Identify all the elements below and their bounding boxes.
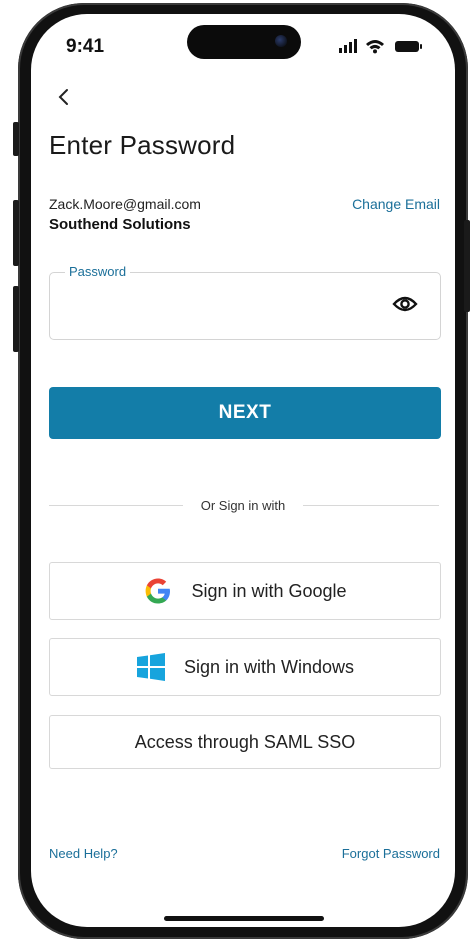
- windows-signin-label: Sign in with Windows: [183, 656, 355, 677]
- google-signin-label: Sign in with Google: [191, 580, 347, 601]
- back-button[interactable]: [57, 86, 69, 112]
- google-icon: [143, 576, 173, 606]
- password-field[interactable]: [49, 272, 441, 340]
- side-button-mute: [13, 122, 19, 156]
- user-email: Zack.Moore@gmail.com: [49, 196, 201, 212]
- forgot-password-link[interactable]: Forgot Password: [342, 846, 440, 861]
- windows-icon: [136, 653, 166, 681]
- saml-sso-label: Access through SAML SSO: [134, 731, 356, 752]
- phone-screen: 9:41 Enter Password Zack.Moore@gmail.com…: [31, 14, 455, 927]
- google-signin-button[interactable]: Sign in with Google: [49, 562, 441, 620]
- saml-sso-button[interactable]: Access through SAML SSO: [49, 715, 441, 769]
- next-button[interactable]: NEXT: [49, 387, 441, 439]
- signal-icon: [339, 39, 357, 53]
- wifi-icon: [366, 40, 384, 54]
- company-name: Southend Solutions: [49, 216, 191, 233]
- windows-signin-button[interactable]: Sign in with Windows: [49, 638, 441, 696]
- change-email-link[interactable]: Change Email: [352, 196, 440, 212]
- side-button-volume-up: [13, 200, 19, 266]
- password-label: Password: [65, 264, 131, 279]
- page-title: Enter Password: [49, 130, 236, 160]
- battery-icon: [395, 41, 422, 52]
- side-button-volume-down: [13, 286, 19, 352]
- side-button-power: [464, 220, 470, 312]
- status-icons: [339, 38, 429, 54]
- camera-icon: [275, 35, 287, 47]
- dynamic-island: [187, 25, 301, 59]
- need-help-link[interactable]: Need Help?: [49, 846, 118, 861]
- chevron-left-icon: [58, 89, 68, 105]
- divider-line-right: [303, 505, 439, 506]
- home-indicator[interactable]: [164, 916, 324, 921]
- eye-icon[interactable]: [392, 294, 418, 314]
- status-time: 9:41: [66, 36, 105, 57]
